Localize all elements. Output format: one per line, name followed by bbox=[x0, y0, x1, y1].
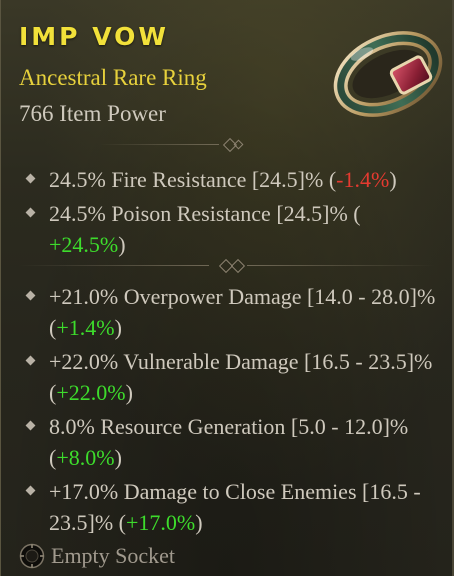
bullet-icon bbox=[25, 173, 36, 184]
stat-tail: ) bbox=[125, 380, 133, 405]
socket-label: Empty Socket bbox=[51, 543, 176, 568]
item-tooltip: IMP VOW Ancestral Rare Ring 766 Item Pow… bbox=[0, 0, 454, 576]
affix-overpower-damage: +21.0% Overpower Damage [14.0 - 28.0]% (… bbox=[21, 281, 441, 343]
empty-socket: Empty Socket bbox=[19, 541, 175, 571]
stat-delta: +1.4% bbox=[56, 315, 115, 340]
stat-delta: +22.0% bbox=[56, 380, 126, 405]
affix-damage-close-enemies: +17.0% Damage to Close Enemies [16.5 - 2… bbox=[21, 476, 441, 538]
bullet-icon bbox=[25, 290, 36, 301]
item-type: Ancestral Rare Ring bbox=[19, 65, 207, 90]
stat-tail: ) bbox=[195, 510, 203, 535]
bullet-icon bbox=[25, 207, 36, 218]
implicit-fire-resistance: 24.5% Fire Resistance [24.5]% (-1.4%) bbox=[21, 164, 441, 195]
affix-resource-generation: 8.0% Resource Generation [5.0 - 12.0]% (… bbox=[21, 411, 441, 473]
stat-delta: +24.5% bbox=[49, 232, 119, 257]
ring-icon bbox=[332, 22, 444, 122]
stat-delta: +8.0% bbox=[56, 445, 115, 470]
item-name: IMP VOW bbox=[19, 22, 169, 51]
bullet-icon bbox=[25, 355, 36, 366]
stat-text: 24.5% Poison Resistance [24.5]% ( bbox=[49, 201, 361, 226]
stat-tail: ) bbox=[389, 167, 397, 192]
divider-top bbox=[19, 137, 435, 153]
bullet-icon bbox=[25, 420, 36, 431]
stat-delta: +17.0% bbox=[125, 510, 196, 535]
stat-text: +17.0% Damage to Close Enemies [16.5 - 2… bbox=[49, 479, 421, 535]
stat-tail: ) bbox=[118, 232, 126, 257]
bullet-icon bbox=[25, 485, 36, 496]
implicit-poison-resistance: 24.5% Poison Resistance [24.5]% ( +24.5%) bbox=[21, 198, 441, 260]
divider-middle bbox=[19, 258, 435, 274]
affix-vulnerable-damage: +22.0% Vulnerable Damage [16.5 - 23.5]% … bbox=[21, 346, 441, 408]
stat-tail: ) bbox=[114, 445, 122, 470]
stat-delta: -1.4% bbox=[336, 167, 390, 192]
implicit-stats: 24.5% Fire Resistance [24.5]% (-1.4%) 24… bbox=[21, 164, 441, 263]
stat-text: 24.5% Fire Resistance [24.5]% ( bbox=[49, 167, 337, 192]
affix-stats: +21.0% Overpower Damage [14.0 - 28.0]% (… bbox=[21, 281, 441, 541]
stat-tail: ) bbox=[114, 315, 122, 340]
item-power: 766 Item Power bbox=[19, 101, 166, 126]
socket-icon bbox=[19, 543, 45, 569]
